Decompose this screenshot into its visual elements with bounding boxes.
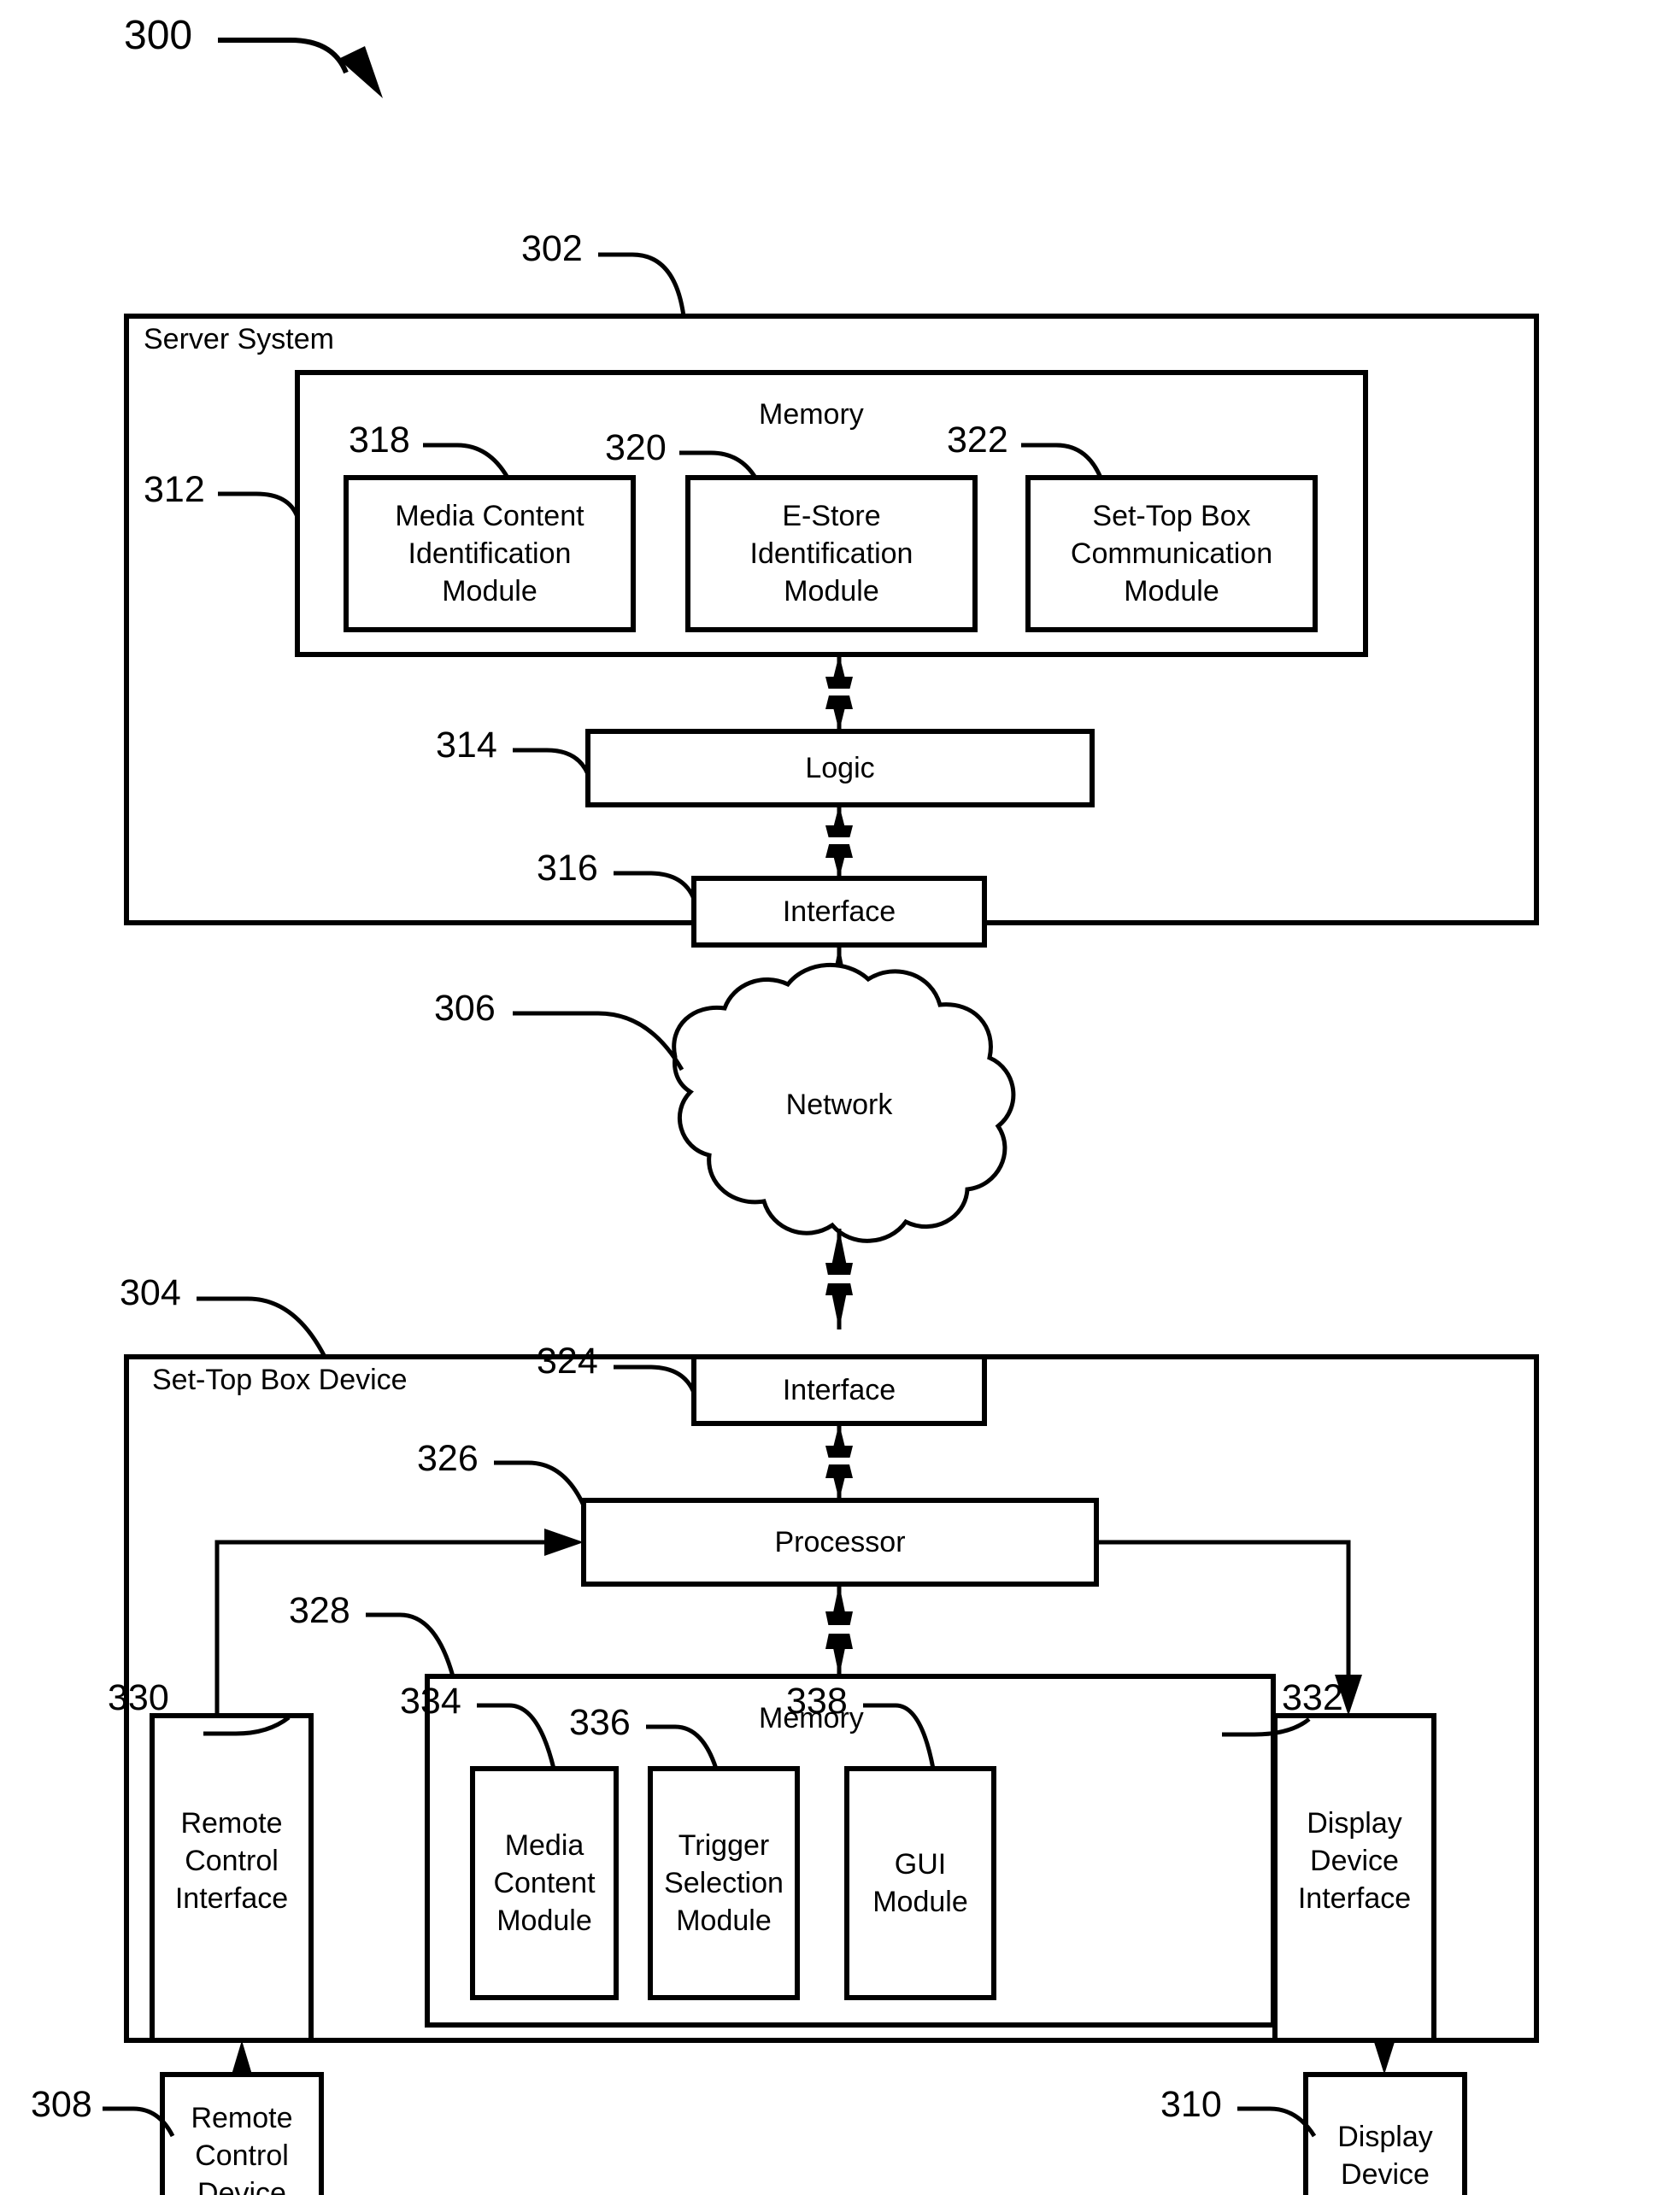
module-line-2: Identification [408,537,572,570]
ref-308: 308 [31,2084,92,2125]
module-line-1: Media Content [395,499,584,532]
rci-line-1: Remote [180,1806,283,1840]
leader-314 [513,748,590,776]
leader-324 [614,1365,696,1394]
leader-326 [494,1460,586,1507]
leader-322 [1021,443,1103,479]
display-device-label: Display Device [1306,2075,1465,2195]
ref-314: 314 [436,725,497,766]
leader-336 [646,1724,719,1769]
connector-stbinterface-processor [825,1423,853,1500]
module-line-2: Module [872,1886,968,1918]
ref-310: 310 [1160,2084,1222,2125]
leader-330 [203,1716,291,1736]
leader-334 [477,1703,556,1769]
module-label-media-content-identification: Media Content Identification Module [346,478,633,630]
module-line-1: E-Store [782,499,881,532]
rci-line-2: Control [185,1844,279,1877]
processor-label: Processor [774,1525,906,1558]
ref-326: 326 [417,1438,479,1479]
connector-network-stb [825,1229,853,1329]
ref-318: 318 [349,420,410,461]
module-line-2: Communication [1070,537,1273,570]
leader-300 [218,38,349,74]
set-top-box-device-title: Set-Top Box Device [152,1364,408,1396]
network-label: Network [785,1088,893,1121]
arrowhead-300 [338,46,383,98]
leader-318 [423,443,510,479]
connector-processor-memory [825,1584,853,1676]
module-line-3: Module [784,575,879,608]
patent-figure-300: 300 302 Server System Memory 312 318 320… [0,0,1680,2195]
ref-328: 328 [289,1590,350,1631]
module-label-settopbox-communication: Set-Top Box Communication Module [1028,478,1315,630]
module-line-1: Media [504,1828,584,1862]
leader-338 [863,1703,936,1769]
module-label-gui: GUI Module [847,1769,994,1998]
ref-330: 330 [108,1677,169,1718]
connector-logic-interface [825,805,853,878]
rci-line-3: Interface [174,1882,289,1916]
ddi-line-3: Interface [1297,1882,1412,1916]
ref-320: 320 [605,427,667,468]
ref-338: 338 [786,1681,848,1722]
ref-302: 302 [521,228,583,269]
leader-306 [513,1011,684,1071]
module-line-1: GUI [894,1847,947,1881]
module-line-2: Content [493,1866,596,1899]
module-line-2: Selection [664,1866,784,1899]
ddi-line-2: Device [1310,1844,1399,1877]
module-line-2: Identification [749,537,913,570]
module-label-media-content: Media Content Module [473,1769,616,1998]
module-line-3: Module [676,1904,772,1938]
ref-312: 312 [144,469,205,510]
module-line-1: Set-Top Box [1092,499,1251,532]
module-line-3: Module [1124,575,1219,608]
leader-316 [614,871,696,901]
remote-control-device-label: Remote Control Device [162,2075,321,2195]
dd-line-2: Device [1341,2158,1430,2191]
ref-316: 316 [537,848,598,889]
module-line-1: Trigger [678,1828,770,1862]
ref-324: 324 [537,1341,598,1382]
ref-332: 332 [1282,1677,1343,1718]
rcd-line-1: Remote [191,2101,293,2134]
rcd-line-3: Device [197,2177,286,2195]
leader-302 [598,252,686,317]
ref-304: 304 [120,1272,181,1313]
connector-memory-logic [825,654,853,731]
ddi-line-1: Display [1307,1806,1402,1840]
rcd-line-2: Control [195,2139,289,2172]
leader-304 [197,1296,327,1359]
server-system-title: Server System [144,323,334,355]
logic-label: Logic [805,751,875,784]
leader-310 [1237,2106,1317,2138]
figure-number-300: 300 [124,13,193,58]
module-label-estore-identification: E-Store Identification Module [688,478,975,630]
server-memory-title: Memory [759,398,864,431]
stb-interface-label: Interface [782,1373,896,1406]
connector-server-network [825,945,853,1048]
leader-320 [679,450,758,479]
ref-306: 306 [434,988,496,1029]
connector-stb-display-device [1374,2040,1395,2075]
leader-312 [218,491,300,519]
remote-control-interface-label: Remote Control Interface [152,1733,311,1989]
module-line-3: Module [496,1904,592,1938]
server-interface-label: Interface [782,895,896,928]
dd-line-1: Display [1337,2120,1433,2153]
connector-remote-device-stb [232,2040,252,2075]
module-line-3: Module [442,575,537,608]
ref-322: 322 [947,420,1008,461]
display-device-interface-label: Display Device Interface [1275,1733,1434,1989]
module-label-trigger-selection: Trigger Selection Module [650,1769,797,1998]
ref-334: 334 [400,1681,461,1722]
ref-336: 336 [569,1702,631,1743]
leader-328 [366,1612,455,1677]
